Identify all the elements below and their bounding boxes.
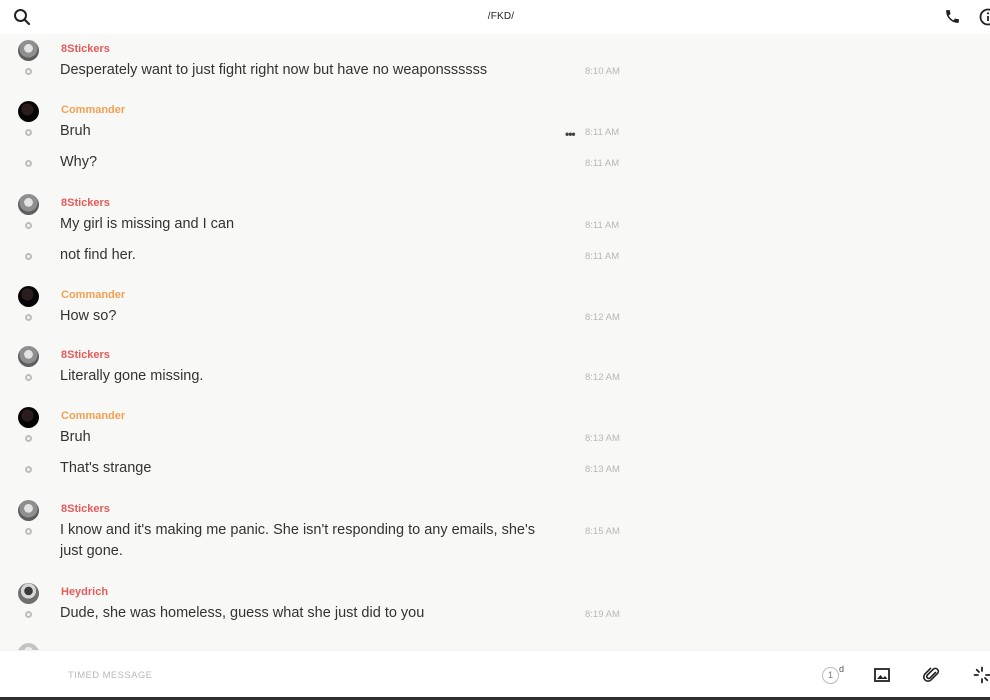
message-author[interactable]: Heydrich <box>61 586 108 598</box>
message-text: Dude, she was homeless, guess what she j… <box>60 605 425 621</box>
avatar[interactable] <box>18 643 39 650</box>
message-author[interactable]: 8Stickers <box>61 197 110 209</box>
read-status-icon <box>25 435 32 442</box>
read-status-icon <box>25 611 32 618</box>
timer-button[interactable]: 1 d <box>822 664 845 687</box>
message-timestamp: 8:13 AM <box>585 464 620 475</box>
message-text: Bruh <box>60 123 91 139</box>
message-timestamp: 8:12 AM <box>585 372 620 383</box>
message-timestamp: 8:19 AM <box>585 609 620 620</box>
message-feed[interactable]: 8Stickers Desperately want to just fight … <box>0 34 990 650</box>
message-text: How so? <box>60 308 117 324</box>
timer-unit: d <box>839 664 845 674</box>
timer-value: 1 <box>822 667 839 684</box>
paperclip-icon[interactable] <box>923 666 941 684</box>
message-timestamp: 8:11 AM <box>585 220 620 231</box>
avatar[interactable] <box>18 40 39 61</box>
read-status-icon <box>25 160 32 167</box>
conversation-title: /FKD/ <box>487 11 515 22</box>
avatar[interactable] <box>18 407 39 428</box>
message-author[interactable]: 8Stickers <box>61 349 110 361</box>
read-status-icon <box>25 222 32 229</box>
top-bar: /FKD/ <box>0 0 990 34</box>
message-timestamp: 8:12 AM <box>585 312 620 323</box>
read-status-icon <box>25 253 32 260</box>
message-timestamp: 8:13 AM <box>585 433 620 444</box>
read-status-icon <box>25 374 32 381</box>
message-text: Literally gone missing. <box>60 368 204 384</box>
read-status-icon <box>25 314 32 321</box>
avatar[interactable] <box>18 583 39 604</box>
avatar[interactable] <box>18 194 39 215</box>
image-icon[interactable] <box>873 666 891 684</box>
composer-bar: TIMED MESSAGE 1 d <box>0 650 990 700</box>
avatar[interactable] <box>18 286 39 307</box>
message-author[interactable]: Commander <box>61 104 125 116</box>
avatar[interactable] <box>18 101 39 122</box>
message-timestamp: 8:11 AM <box>585 127 620 138</box>
message-text: not find her. <box>60 247 136 263</box>
sparkle-icon[interactable] <box>973 666 990 684</box>
phone-icon[interactable] <box>944 8 961 25</box>
message-author[interactable]: 8Stickers <box>61 503 110 515</box>
message-author[interactable]: 8Stickers <box>61 43 110 55</box>
message-timestamp: 8:11 AM <box>585 158 620 169</box>
message-author[interactable]: Commander <box>61 289 125 301</box>
message-input[interactable]: TIMED MESSAGE <box>68 670 152 681</box>
message-author[interactable]: Commander <box>61 410 125 422</box>
avatar[interactable] <box>18 500 39 521</box>
read-status-icon <box>25 68 32 75</box>
message-text: My girl is missing and I can <box>60 216 235 232</box>
message-text: I know and it's making me panic. She isn… <box>60 522 535 559</box>
message-timestamp: 8:11 AM <box>585 251 620 262</box>
message-timestamp: 8:10 AM <box>585 66 620 77</box>
message-text: Why? <box>60 154 98 170</box>
message-timestamp: 8:15 AM <box>585 526 620 537</box>
message-text: That's strange <box>60 460 152 476</box>
message-text: Desperately want to just fight right now… <box>60 62 488 78</box>
read-status-icon <box>25 528 32 535</box>
read-status-icon <box>25 129 32 136</box>
read-status-icon <box>25 466 32 473</box>
message-text: Bruh <box>60 429 91 445</box>
info-icon[interactable] <box>979 8 990 26</box>
avatar[interactable] <box>18 346 39 367</box>
more-options-icon[interactable]: ••• <box>565 127 576 141</box>
